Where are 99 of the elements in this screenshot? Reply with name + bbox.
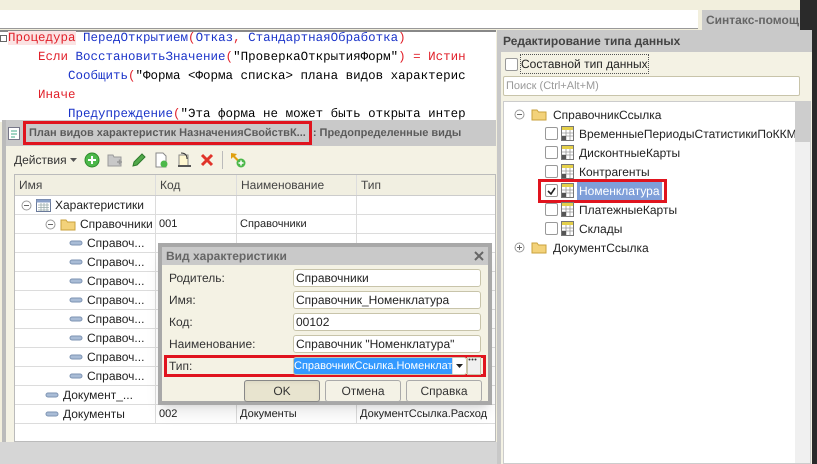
table-cell-text: Характеристики	[55, 197, 144, 214]
table-cell-text: Справоч...	[87, 273, 144, 290]
table-cell-text: Справоч...	[87, 254, 144, 271]
table-cell-text: Справоч...	[87, 330, 144, 347]
expand-icon[interactable]	[514, 242, 525, 253]
select-button[interactable]	[467, 357, 481, 375]
search-field[interactable]: Поиск (Ctrl+Alt+M)	[503, 76, 800, 96]
table-cell-text: Справоч...	[87, 368, 144, 385]
column-header[interactable]: Имя	[15, 175, 156, 195]
collapse-icon[interactable]	[21, 200, 32, 210]
checkbox[interactable]	[545, 184, 558, 197]
tree-item[interactable]: ДисконтныеКарты	[577, 144, 682, 162]
add-icon[interactable]	[84, 152, 100, 168]
code-line: Сообщить("Форма <Форма списка> плана видов характерис	[68, 68, 466, 85]
collapse-icon[interactable]	[514, 109, 525, 120]
scrollbar-thumb[interactable]	[795, 102, 810, 142]
tree-item[interactable]: ДокументСсылка	[553, 238, 649, 256]
table-cell-text: Справоч...	[87, 235, 144, 252]
dialog-button[interactable]: Справка	[406, 380, 482, 402]
catalog-icon	[561, 164, 574, 179]
dialog-button[interactable]: Отмена	[325, 380, 401, 402]
field-label: Имя:	[169, 292, 197, 309]
dropdown-button[interactable]	[452, 358, 466, 374]
copy-document-icon[interactable]	[152, 152, 169, 168]
item-icon	[69, 335, 83, 341]
catalog-icon	[561, 126, 574, 141]
field-label: Тип:	[169, 358, 194, 375]
add-folder-icon[interactable]	[106, 152, 123, 168]
actions-menu[interactable]: Действия	[14, 151, 77, 169]
catalog-icon	[561, 183, 574, 198]
checkbox[interactable]	[545, 222, 558, 235]
table-cell-text: Справоч...	[87, 311, 144, 328]
delete-icon[interactable]	[198, 152, 215, 168]
item-icon	[69, 278, 83, 284]
item-icon	[69, 240, 83, 246]
pencil-icon[interactable]	[130, 152, 146, 168]
table-cell-text: Документы	[240, 406, 297, 422]
column-header[interactable]: Наименование	[237, 175, 357, 195]
tree-item[interactable]: ПлатежныеКарты	[577, 200, 680, 218]
scrollbar[interactable]	[795, 102, 810, 463]
list-window-title: План видов характеристик НазначенияСвойствК...	[23, 121, 312, 145]
folder-icon	[60, 218, 76, 230]
composite-type-checkbox[interactable]: Составной тип данных	[501, 54, 812, 74]
add-predefined-icon[interactable]	[230, 152, 246, 168]
table-cell-text: Документ_...	[63, 387, 133, 404]
dropdown-caret-icon	[70, 158, 77, 162]
code-line: Иначе	[38, 87, 76, 104]
close-icon[interactable]	[474, 251, 484, 261]
table-cell-text: Справочники	[80, 216, 153, 233]
field-label: Родитель:	[169, 270, 226, 287]
list-window-subtitle: : Предопределенные виды	[312, 126, 462, 141]
table-cell-text: 001	[159, 216, 178, 232]
ellipsis-icon	[468, 358, 477, 361]
checkbox[interactable]	[545, 127, 558, 140]
table-cell-text: 002	[159, 406, 178, 422]
dropdown-caret-icon	[456, 364, 463, 368]
tree-item[interactable]: ВременныеПериодыСтатистикиПоККМ	[577, 124, 799, 142]
dialog-button[interactable]: OK	[244, 380, 320, 402]
catalog-icon	[561, 221, 574, 236]
checkbox[interactable]	[545, 203, 558, 216]
item-icon	[69, 297, 83, 303]
code-line: Если ВосстановитьЗначение("ПроверкаОткрытияФорм") = Истин	[38, 49, 466, 66]
collapse-icon[interactable]	[45, 218, 56, 230]
table-cell-text: Документы	[63, 406, 125, 423]
check-icon	[547, 186, 556, 194]
folder-icon	[531, 108, 547, 121]
checkbox[interactable]	[545, 165, 558, 178]
table-cell-text: Справочники	[240, 216, 307, 232]
item-icon	[45, 392, 59, 398]
folder-icon	[531, 241, 547, 254]
dialog-title: Вид характеристики	[166, 248, 287, 265]
checkbox[interactable]	[545, 146, 558, 159]
field-label: Код:	[169, 314, 194, 331]
tree-item[interactable]: Контрагенты	[577, 162, 652, 180]
column-header[interactable]: Код	[156, 175, 237, 195]
table-icon	[36, 198, 51, 212]
table-cell-text: Справоч...	[87, 292, 144, 309]
item-icon	[69, 259, 83, 265]
item-icon	[45, 411, 59, 417]
text-field[interactable]: 00102	[293, 313, 481, 331]
code-line: Процедура ПередОткрытием(Отказ, СтандартнаяОбработка)	[8, 30, 406, 47]
item-icon	[69, 354, 83, 360]
panel-title: Редактирование типа данных	[501, 30, 812, 52]
item-icon	[69, 316, 83, 322]
form-icon	[8, 126, 22, 140]
fold-marker-icon	[0, 35, 7, 42]
item-icon	[69, 373, 83, 379]
table-cell-text: ДокументСсылка.Расход	[360, 406, 488, 422]
text-field[interactable]: Справочник "Номенклатура"	[293, 335, 481, 353]
catalog-icon	[561, 202, 574, 217]
catalog-icon	[561, 145, 574, 160]
text-field[interactable]: Справочник_Номенклатура	[293, 291, 481, 309]
field-label: Наименование:	[169, 336, 257, 353]
document-arrow-icon[interactable]	[176, 152, 192, 168]
tree-item[interactable]: Склады	[577, 220, 624, 238]
tree-item[interactable]: СправочникСсылка	[553, 106, 662, 124]
code-line: Предупреждение("Эта форма не может быть открыта интер	[68, 106, 466, 123]
text-field[interactable]: Справочники	[293, 269, 481, 287]
table-cell-text: Справоч...	[87, 349, 144, 366]
